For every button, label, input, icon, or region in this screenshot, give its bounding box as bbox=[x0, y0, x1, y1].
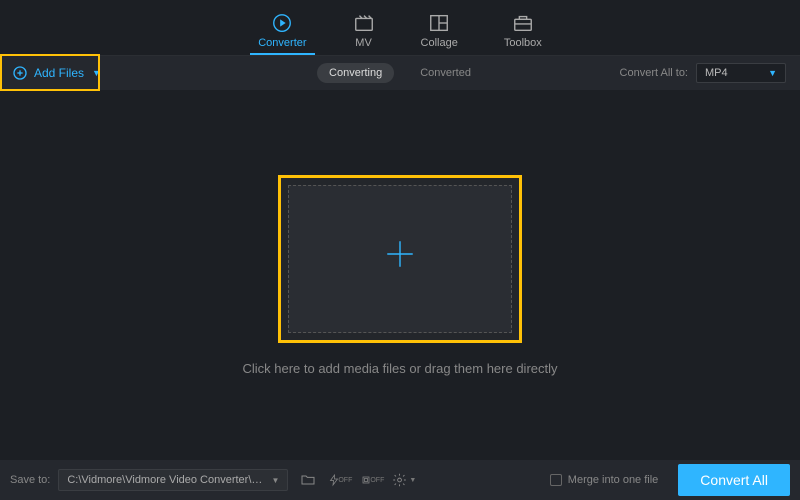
gear-icon bbox=[392, 472, 407, 488]
tab-toolbox[interactable]: Toolbox bbox=[496, 12, 550, 55]
save-to-label: Save to: bbox=[10, 474, 50, 486]
convert-all-button[interactable]: Convert All bbox=[678, 464, 790, 496]
bottom-bar: Save to: C:\Vidmore\Vidmore Video Conver… bbox=[0, 460, 800, 500]
tab-mv[interactable]: MV bbox=[345, 12, 383, 55]
folder-icon bbox=[300, 472, 316, 488]
add-files-button[interactable]: Add Files ▼ bbox=[0, 56, 113, 90]
boost-button[interactable]: OFF bbox=[328, 468, 352, 492]
gpu-button[interactable]: OFF bbox=[360, 468, 384, 492]
save-path-value: C:\Vidmore\Vidmore Video Converter\Conve… bbox=[67, 474, 269, 486]
format-value: MP4 bbox=[705, 67, 728, 79]
settings-button[interactable]: ▼ bbox=[392, 468, 416, 492]
convert-to-label: Convert All to: bbox=[620, 67, 688, 79]
tab-converted[interactable]: Converted bbox=[408, 63, 483, 83]
save-path-select[interactable]: C:\Vidmore\Vidmore Video Converter\Conve… bbox=[58, 469, 288, 491]
top-nav: Converter MV Collage Toolb bbox=[0, 0, 800, 56]
status-tabs: Converting Converted bbox=[317, 63, 483, 83]
checkbox-icon bbox=[550, 474, 562, 486]
mv-icon bbox=[353, 12, 375, 34]
open-folder-button[interactable] bbox=[296, 468, 320, 492]
plus-icon bbox=[383, 237, 417, 280]
tab-label: Toolbox bbox=[504, 37, 542, 49]
add-files-label: Add Files bbox=[34, 66, 84, 80]
chevron-down-icon: ▼ bbox=[409, 477, 416, 484]
tab-label: Collage bbox=[421, 37, 458, 49]
chevron-down-icon: ▼ bbox=[271, 476, 279, 485]
converter-icon bbox=[271, 12, 293, 34]
tab-label: Converter bbox=[258, 37, 306, 49]
toolbox-icon bbox=[512, 12, 534, 34]
highlight-drop-zone bbox=[278, 175, 522, 343]
sub-bar: Add Files ▼ Converting Converted Convert… bbox=[0, 56, 800, 90]
convert-all-to: Convert All to: MP4 ▼ bbox=[620, 63, 800, 83]
merge-checkbox[interactable]: Merge into one file bbox=[550, 474, 659, 486]
tab-converter[interactable]: Converter bbox=[250, 12, 314, 55]
format-select[interactable]: MP4 ▼ bbox=[696, 63, 786, 83]
main-area: Click here to add media files or drag th… bbox=[0, 90, 800, 460]
tab-label: MV bbox=[355, 37, 372, 49]
plus-circle-icon bbox=[12, 65, 28, 81]
chevron-down-icon: ▼ bbox=[92, 68, 101, 78]
tab-converting[interactable]: Converting bbox=[317, 63, 394, 83]
chevron-down-icon: ▼ bbox=[768, 68, 777, 78]
drop-zone[interactable] bbox=[288, 185, 512, 333]
collage-icon bbox=[428, 12, 450, 34]
tab-collage[interactable]: Collage bbox=[413, 12, 466, 55]
merge-label: Merge into one file bbox=[568, 474, 659, 486]
drop-hint-text: Click here to add media files or drag th… bbox=[242, 361, 557, 376]
